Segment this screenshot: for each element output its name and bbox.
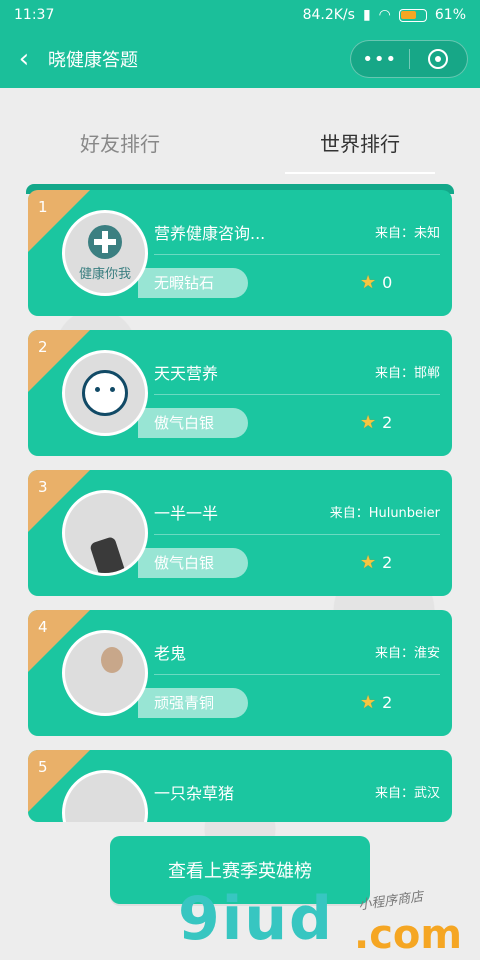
avatar: 健康你我 — [62, 210, 148, 296]
rank-number: 3 — [38, 478, 48, 496]
avatar — [62, 630, 148, 716]
battery-icon — [398, 8, 427, 22]
capsule-close-button[interactable] — [409, 49, 467, 69]
ranking-card[interactable]: 3 一半一半 来自：Hulunbeier 傲气白银 ★ 2 — [28, 470, 452, 596]
baby-icon — [82, 370, 128, 416]
player-origin: 来自：武汉 — [374, 786, 440, 801]
wifi-icon: ◠ — [378, 7, 391, 23]
player-name: 天天营养 — [154, 364, 219, 383]
rank-number: 2 — [38, 338, 48, 356]
back-chevron-icon[interactable]: ‹ — [0, 30, 48, 88]
star-icon: ★ — [360, 272, 377, 293]
player-origin: 来自：邯郸 — [374, 366, 440, 381]
avatar-logo-text: 健康你我 — [78, 266, 131, 282]
player-score: ★ 2 — [360, 412, 392, 433]
star-icon: ★ — [360, 552, 377, 573]
player-origin: 来自：淮安 — [374, 646, 440, 661]
player-origin: 来自：Hulunbeier — [329, 506, 440, 521]
player-name: 一只杂草猪 — [154, 784, 235, 803]
mini-program-capsule: ••• — [350, 40, 468, 78]
avatar-photo-detail — [101, 647, 123, 673]
score-value: 0 — [382, 273, 393, 292]
star-icon: ★ — [360, 412, 377, 433]
player-score: ★ 2 — [360, 552, 392, 573]
tab-friends-ranking[interactable]: 好友排行 — [0, 118, 240, 174]
player-score: ★ 2 — [360, 692, 392, 713]
health-logo-icon — [88, 224, 122, 259]
avatar — [62, 350, 148, 436]
signal-icon: ▮ — [362, 7, 371, 23]
player-name: 营养健康咨询... — [154, 224, 266, 243]
score-value: 2 — [382, 693, 393, 712]
battery-level: 61% — [434, 7, 466, 23]
network-speed: 84.2K/s — [302, 7, 355, 23]
ranking-card[interactable]: 1 营养健康咨询... 来自：未知 无暇钻石 ★ 0 健康你我 — [28, 190, 452, 316]
rank-number: 1 — [38, 198, 48, 216]
score-value: 2 — [382, 413, 393, 432]
page-title: 晓健康答题 — [48, 50, 138, 71]
ranking-card[interactable]: 2 天天营养 来自：邯郸 傲气白银 ★ 2 — [28, 330, 452, 456]
more-button[interactable]: ••• — [351, 49, 409, 70]
player-level-badge: 傲气白银 — [138, 408, 248, 438]
card-divider — [154, 534, 440, 535]
player-name: 老鬼 — [154, 644, 187, 663]
avatar — [62, 490, 148, 576]
status-bar: 11:37 84.2K/s ▮ ◠ 61% — [0, 0, 480, 30]
score-value: 2 — [382, 553, 393, 572]
player-score: ★ 0 — [360, 272, 392, 293]
player-level-badge: 顽强青铜 — [138, 688, 248, 718]
player-name: 一半一半 — [154, 504, 219, 523]
rank-number: 5 — [38, 758, 48, 776]
capsule-close-icon — [428, 49, 449, 69]
tab-world-ranking[interactable]: 世界排行 — [240, 118, 480, 174]
player-level-badge: 无暇钻石 — [138, 268, 248, 298]
ranking-tabs: 好友排行 世界排行 — [0, 118, 480, 174]
card-divider — [154, 254, 440, 255]
nav-bar: ‹ 晓健康答题 ••• — [0, 30, 480, 88]
rank-number: 4 — [38, 618, 48, 636]
card-divider — [154, 674, 440, 675]
status-time: 11:37 — [14, 7, 55, 23]
player-origin: 来自：未知 — [374, 226, 440, 241]
ranking-card[interactable]: 4 老鬼 来自：淮安 顽强青铜 ★ 2 — [28, 610, 452, 736]
player-level-badge: 傲气白银 — [138, 548, 248, 578]
card-divider — [154, 394, 440, 395]
star-icon: ★ — [360, 692, 377, 713]
last-season-heroes-button[interactable]: 查看上赛季英雄榜 — [110, 836, 370, 904]
avatar-photo-detail — [89, 536, 127, 573]
ranking-card[interactable]: 5 一只杂草猪 来自：武汉 — [28, 750, 452, 822]
status-right: 84.2K/s ▮ ◠ 61% — [303, 7, 466, 23]
